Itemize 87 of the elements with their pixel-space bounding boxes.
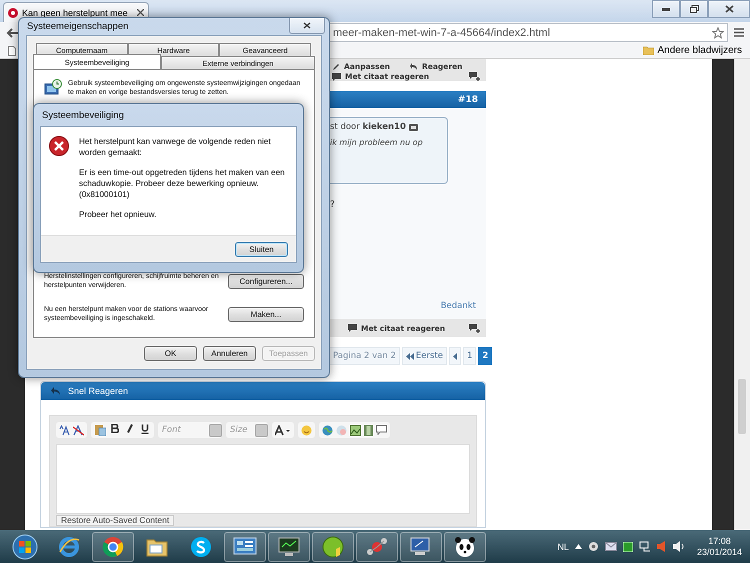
panda-icon — [454, 536, 476, 558]
film-icon[interactable] — [364, 424, 373, 436]
text-color-icon[interactable] — [275, 424, 291, 436]
quote-attribution: st door kieken10 — [330, 122, 406, 132]
page-link[interactable]: 1 — [462, 347, 476, 365]
reply-arrow-icon — [51, 387, 60, 395]
restore-button[interactable]: Restore Auto-Saved Content — [56, 515, 174, 526]
language-indicator[interactable]: NL — [557, 542, 569, 552]
speaker-icon[interactable] — [656, 541, 667, 552]
underline-button[interactable] — [139, 424, 151, 436]
caret-up-icon[interactable] — [574, 544, 582, 549]
smiley-icon[interactable] — [301, 424, 312, 436]
page-icon — [8, 8, 18, 18]
folder-icon — [642, 46, 654, 55]
image-icon[interactable] — [350, 424, 361, 436]
folder-icon — [146, 536, 168, 556]
font-size-icon[interactable] — [59, 424, 70, 436]
restore-icon — [690, 5, 698, 13]
molecule-ball-icon — [366, 536, 388, 556]
control-panel-icon — [233, 536, 257, 556]
dialog-button[interactable]: Configureren... — [228, 274, 304, 288]
envelope-icon[interactable] — [604, 542, 617, 551]
error-message: Probeer het opnieuw. — [79, 209, 158, 220]
message-field[interactable] — [56, 444, 470, 514]
volume-icon[interactable] — [672, 541, 685, 552]
speech-bubble-icon — [332, 72, 341, 80]
comment-icon[interactable] — [376, 425, 387, 435]
post-text: ? — [330, 200, 336, 210]
speech-bubble-icon — [348, 324, 357, 332]
close-icon[interactable] — [137, 9, 144, 16]
window-title: Systeembeveiliging — [42, 110, 124, 120]
round-logo-icon — [102, 536, 124, 558]
monitor-icon — [277, 536, 301, 556]
dialog-button[interactable]: Annuleren — [203, 346, 256, 361]
dialog-button[interactable]: OK — [144, 346, 197, 361]
multi-quote-icon[interactable] — [469, 324, 480, 332]
quote-text: ik mijn probleem nu op — [330, 138, 424, 147]
multi-quote-icon[interactable] — [469, 72, 480, 81]
scrollbar[interactable] — [734, 59, 750, 530]
bold-icon — [111, 424, 119, 433]
remove-format-icon[interactable] — [73, 424, 84, 436]
menu-icon[interactable] — [734, 28, 744, 37]
back-arrow-icon[interactable] — [6, 28, 18, 38]
pencil-icon — [332, 62, 340, 70]
page-icon — [8, 46, 16, 56]
double-arrow-left-icon — [406, 352, 414, 360]
taskbar-button[interactable] — [268, 532, 310, 562]
previous-page-button[interactable] — [448, 347, 461, 365]
dialog-button[interactable]: Maken... — [228, 306, 304, 322]
close-button[interactable]: Sluiten — [235, 242, 288, 256]
error-icon — [49, 136, 69, 156]
clock[interactable]: 17:08 23/01/2014 — [696, 536, 742, 558]
error-detail: Er is een time-out opgetreden tijdens het maken van een schaduwkopie. Probeer deze bewerking opnieuw. (0x81000101) — [79, 167, 286, 200]
disc-icon — [322, 536, 344, 558]
view-post-icon[interactable] — [408, 124, 418, 130]
first-page-link[interactable]: Eerste — [402, 347, 447, 365]
start-orb-icon — [12, 534, 38, 560]
minimize-button[interactable] — [652, 0, 680, 18]
close-icon — [724, 5, 734, 13]
network-icon[interactable] — [638, 541, 651, 552]
close-button[interactable] — [289, 18, 325, 34]
underline-icon — [141, 424, 149, 434]
post-number: #18 — [458, 94, 478, 104]
thanks-link[interactable]: Bedankt — [440, 301, 476, 311]
bookmark-folder[interactable]: Andere bladwijzers — [642, 45, 742, 56]
reply-arrow-icon — [410, 62, 418, 70]
gear-icon[interactable] — [588, 541, 599, 552]
system-restore-icon — [44, 79, 62, 97]
taskbar-button[interactable] — [92, 532, 134, 562]
minimize-icon — [662, 8, 670, 10]
globe-icon[interactable] — [322, 424, 333, 436]
letter-e-globe-icon — [58, 536, 80, 558]
restore-button[interactable] — [680, 0, 708, 18]
window-title: Systeemeigenschappen — [27, 21, 128, 32]
close-icon — [303, 22, 311, 29]
bold-button[interactable] — [109, 424, 121, 436]
error-message: Het herstelpunt kan vanwege de volgende reden niet worden gemaakt: — [79, 136, 272, 158]
taskbar-button[interactable] — [224, 532, 266, 562]
italic-icon — [126, 424, 134, 433]
close-button[interactable] — [708, 0, 750, 18]
star-icon[interactable] — [712, 26, 724, 38]
arrow-left-icon — [452, 352, 457, 360]
letter-s-icon — [190, 536, 212, 558]
page-count-label: Pagina 2 van 2 — [329, 347, 400, 365]
taskbar-button[interactable] — [444, 532, 486, 562]
page-link[interactable]: 2 — [478, 347, 492, 365]
panel-title: Snel Reageren — [68, 386, 128, 396]
